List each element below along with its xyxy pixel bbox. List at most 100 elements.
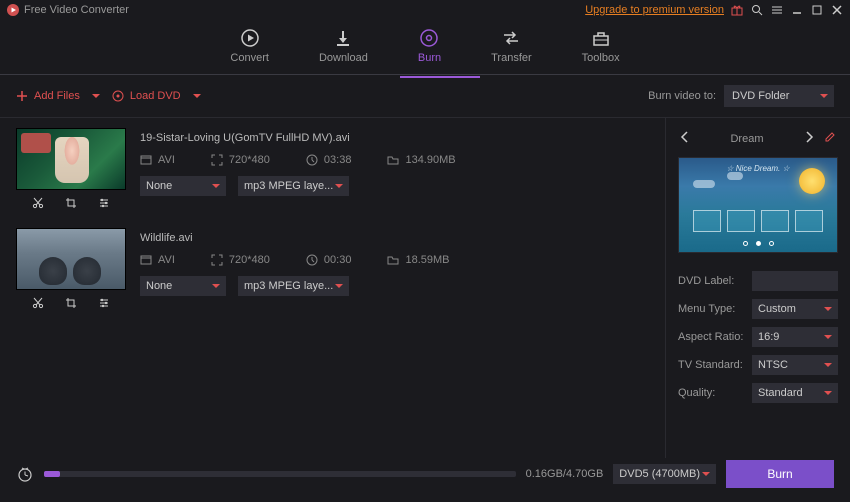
next-template-icon[interactable]: [802, 128, 816, 149]
cloud-graphic: [693, 180, 715, 188]
quality-select[interactable]: Standard: [752, 383, 838, 403]
spec-duration: 03:38: [306, 154, 352, 166]
settings-icon[interactable]: [95, 196, 113, 210]
spec-resolution: 720*480: [211, 154, 270, 166]
audio-select[interactable]: mp3 MPEG laye...: [238, 276, 349, 296]
template-nav-right: [802, 128, 838, 149]
transfer-icon: [501, 28, 521, 48]
add-files-label: Add Files: [34, 90, 80, 102]
template-frame: [693, 210, 721, 232]
footer: 0.16GB/4.70GB DVD5 (4700MB) Burn: [0, 460, 850, 488]
audio-select[interactable]: mp3 MPEG laye...: [238, 176, 349, 196]
search-icon[interactable]: [750, 3, 764, 17]
list-item: Wildlife.avi AVI 720*480 00:30 18.59MB N…: [16, 228, 649, 310]
template-frames: [679, 210, 837, 232]
sub-toolbar: Add Files Load DVD Burn video to: DVD Fo…: [0, 75, 850, 117]
schedule-icon[interactable]: [16, 465, 34, 483]
subtitle-select[interactable]: None: [140, 176, 226, 196]
tab-download[interactable]: Download: [319, 28, 368, 64]
crop-icon[interactable]: [62, 196, 80, 210]
template-dots: [679, 241, 837, 246]
tab-burn[interactable]: Burn: [418, 28, 441, 64]
thumb-column: [16, 228, 126, 310]
gift-icon[interactable]: [730, 3, 744, 17]
tv-label: TV Standard:: [678, 359, 746, 371]
spec-format: AVI: [140, 154, 175, 166]
dvd-label-label: DVD Label:: [678, 275, 746, 287]
aspect-select[interactable]: 16:9: [752, 327, 838, 347]
download-icon: [333, 28, 353, 48]
title-left: Free Video Converter: [6, 3, 129, 17]
disc-size-select[interactable]: DVD5 (4700MB): [613, 464, 716, 484]
menu-icon[interactable]: [770, 3, 784, 17]
burn-to-value: DVD Folder: [732, 90, 789, 102]
menu-type-select[interactable]: Custom: [752, 299, 838, 319]
row-aspect: Aspect Ratio: 16:9: [678, 327, 838, 347]
file-list: 19-Sistar-Loving U(GomTV FullHD MV).avi …: [0, 118, 665, 458]
thumb-toolbar: [16, 296, 126, 310]
crop-icon[interactable]: [62, 296, 80, 310]
dot: [743, 241, 748, 246]
load-dvd-label: Load DVD: [130, 90, 181, 102]
tv-select[interactable]: NTSC: [752, 355, 838, 375]
spec-format: AVI: [140, 254, 175, 266]
video-thumbnail[interactable]: [16, 228, 126, 290]
title-right: Upgrade to premium version: [585, 3, 844, 17]
convert-icon: [240, 28, 260, 48]
app-title: Free Video Converter: [24, 4, 129, 16]
file-selects: None mp3 MPEG laye...: [140, 176, 649, 196]
chevron-down-icon: [820, 94, 828, 98]
subtitle-select[interactable]: None: [140, 276, 226, 296]
tab-toolbox[interactable]: Toolbox: [582, 28, 620, 64]
file-specs: AVI 720*480 00:30 18.59MB: [140, 254, 649, 266]
cloud-graphic: [727, 172, 743, 180]
edit-template-icon[interactable]: [822, 129, 838, 148]
burn-to-label: Burn video to:: [648, 90, 716, 102]
chevron-down-icon: [824, 391, 832, 395]
chevron-down-icon: [335, 284, 343, 288]
load-dvd-button[interactable]: Load DVD: [112, 90, 201, 102]
add-files-button[interactable]: Add Files: [16, 90, 100, 102]
sun-graphic: [799, 168, 825, 194]
tab-transfer[interactable]: Transfer: [491, 28, 532, 64]
prev-template-icon[interactable]: [678, 128, 692, 149]
burn-button[interactable]: Burn: [726, 460, 834, 488]
template-preview[interactable]: ☆ Nice Dream. ☆: [678, 157, 838, 253]
toolbar-right: Burn video to: DVD Folder: [648, 85, 834, 107]
toolbox-icon: [591, 28, 611, 48]
upgrade-link[interactable]: Upgrade to premium version: [585, 4, 724, 16]
file-name: 19-Sistar-Loving U(GomTV FullHD MV).avi: [140, 132, 649, 144]
dvd-label-input[interactable]: [752, 271, 838, 291]
file-meta: 19-Sistar-Loving U(GomTV FullHD MV).avi …: [140, 128, 649, 210]
trim-icon[interactable]: [29, 196, 47, 210]
size-text: 0.16GB/4.70GB: [526, 468, 604, 480]
maximize-icon[interactable]: [810, 3, 824, 17]
spec-resolution: 720*480: [211, 254, 270, 266]
minimize-icon[interactable]: [790, 3, 804, 17]
template-header: Dream: [678, 128, 838, 149]
tab-label: Toolbox: [582, 52, 620, 64]
video-thumbnail[interactable]: [16, 128, 126, 190]
chevron-down-icon: [824, 307, 832, 311]
spec-duration: 00:30: [306, 254, 352, 266]
plus-icon: [16, 90, 28, 102]
spec-size: 18.59MB: [387, 254, 449, 266]
close-icon[interactable]: [830, 3, 844, 17]
chevron-down-icon: [335, 184, 343, 188]
file-specs: AVI 720*480 03:38 134.90MB: [140, 154, 649, 166]
settings-icon[interactable]: [95, 296, 113, 310]
thumb-toolbar: [16, 196, 126, 210]
burn-to-select[interactable]: DVD Folder: [724, 85, 834, 107]
size-progress: [44, 471, 516, 477]
template-frame: [761, 210, 789, 232]
tab-convert[interactable]: Convert: [230, 28, 269, 64]
chevron-down-icon: [824, 335, 832, 339]
main-tabs: Convert Download Burn Transfer Toolbox: [0, 20, 850, 74]
app-logo-icon: [6, 3, 20, 17]
title-bar: Free Video Converter Upgrade to premium …: [0, 0, 850, 20]
file-name: Wildlife.avi: [140, 232, 649, 244]
trim-icon[interactable]: [29, 296, 47, 310]
tab-label: Download: [319, 52, 368, 64]
main-area: 19-Sistar-Loving U(GomTV FullHD MV).avi …: [0, 118, 850, 458]
list-item: 19-Sistar-Loving U(GomTV FullHD MV).avi …: [16, 128, 649, 210]
